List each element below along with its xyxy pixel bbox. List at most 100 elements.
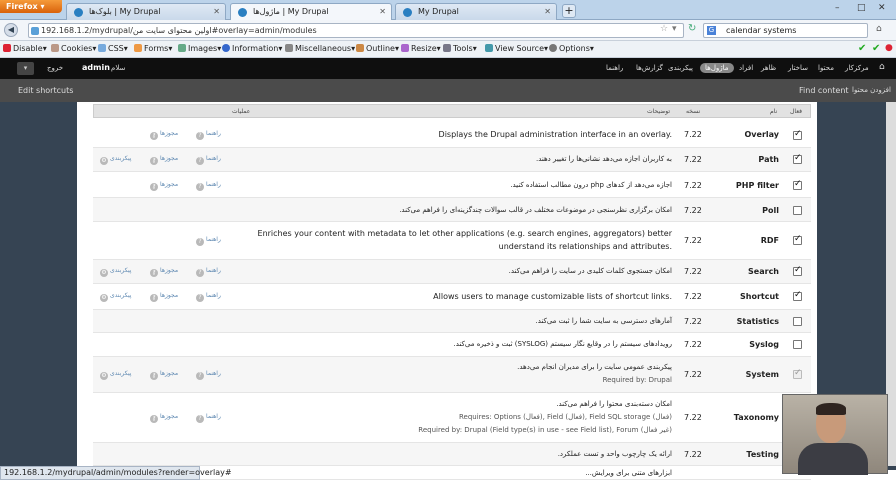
error-icon[interactable]: ● — [885, 43, 893, 53]
new-tab-button[interactable]: + — [562, 4, 576, 18]
module-requires: Requires: Options (فعال), Field (فعال), … — [458, 413, 672, 421]
devbar-miscellaneous[interactable]: Miscellaneous▾ — [285, 44, 355, 53]
help-link[interactable]: ? راهنما — [196, 267, 221, 277]
op-label: راهنما — [206, 267, 221, 274]
close-window-icon[interactable]: ✕ — [878, 3, 886, 13]
tools-icon — [443, 44, 451, 52]
find-content-link[interactable]: Find content — [799, 86, 849, 95]
dropdown-icon[interactable]: ▾ — [672, 24, 677, 34]
add-content-link[interactable]: افزودن محتوا — [852, 86, 891, 94]
devbar-disable[interactable]: Disable▾ — [3, 44, 47, 53]
module-description: اجازه می‌دهد از کدهای php درون مطالب است… — [510, 181, 672, 189]
devbar-label: Information — [232, 44, 279, 53]
menu-appearance[interactable]: ظاهر — [761, 64, 776, 72]
module-description: رویدادهای سیستم را در وقایع نگار سیستم (… — [453, 340, 672, 348]
permissions-link[interactable]: ⚷ مجوزها — [150, 181, 178, 191]
permissions-link[interactable]: ⚷ مجوزها — [150, 155, 178, 165]
permissions-link[interactable]: ⚷ مجوزها — [150, 292, 178, 302]
reload-icon[interactable]: ↻ — [688, 23, 696, 34]
menu-configuration[interactable]: پیکربندی — [668, 64, 693, 72]
help-link[interactable]: ? راهنما — [196, 181, 221, 191]
devbar-view-source[interactable]: View Source▾ — [485, 44, 548, 53]
enable-checkbox[interactable] — [793, 290, 802, 301]
help-link[interactable]: ? راهنما — [196, 236, 221, 246]
home-icon[interactable]: ⌂ — [876, 24, 882, 34]
search-engine-icon[interactable]: G — [707, 26, 716, 35]
tab-blocks[interactable]: بلوک‌ها | My Drupal ✕ — [66, 3, 226, 20]
shortcut-toggle-icon[interactable]: ▾ — [17, 62, 34, 75]
enable-checkbox[interactable] — [793, 265, 802, 276]
menu-people[interactable]: افراد — [739, 64, 753, 72]
enable-checkbox[interactable] — [793, 129, 802, 140]
presenter-torso — [798, 443, 868, 475]
back-icon[interactable]: ◀ — [4, 23, 18, 37]
devbar-images[interactable]: Images▾ — [178, 44, 221, 53]
help-link[interactable]: ? راهنما — [196, 370, 221, 380]
enable-checkbox[interactable] — [793, 340, 802, 349]
firefox-menu-button[interactable]: Firefox ▾ — [0, 0, 62, 13]
configure-link[interactable]: ⚙ پیکربندی — [100, 292, 131, 302]
help-icon: ? — [196, 132, 204, 140]
edit-shortcuts-link[interactable]: Edit shortcuts — [18, 86, 73, 95]
devbar-resize[interactable]: Resize▾ — [401, 44, 441, 53]
help-link[interactable]: ? راهنما — [196, 413, 221, 423]
table-row: Poll 7.22 امکان برگزاری نظرسنجی در موضوع… — [93, 198, 811, 222]
menu-help[interactable]: راهنما — [606, 64, 623, 72]
table-row: Testing 7.22 ارائه یک چارچوب واحد و تست … — [93, 443, 811, 466]
permissions-link[interactable]: ⚷ مجوزها — [150, 267, 178, 277]
css-ok-icon[interactable]: ✔ — [872, 43, 880, 54]
help-link[interactable]: ? راهنما — [196, 155, 221, 165]
enable-checkbox[interactable] — [793, 206, 802, 215]
devbar-forms[interactable]: Forms▾ — [134, 44, 172, 53]
configure-link[interactable]: ⚙ پیکربندی — [100, 370, 131, 380]
maximize-icon[interactable]: □ — [857, 3, 866, 13]
url-bar[interactable]: 192.168.1.2/mydrupal/اولین محتوای سایت م… — [28, 23, 684, 38]
close-tab-icon[interactable]: ✕ — [213, 7, 220, 16]
tab-modules[interactable]: ماژول‌ها | My Drupal ✕ — [230, 3, 392, 20]
enable-checkbox[interactable] — [793, 317, 802, 326]
close-tab-icon[interactable]: ✕ — [379, 7, 386, 16]
search-input[interactable]: calendar systems — [726, 26, 796, 35]
menu-structure[interactable]: ساختار — [788, 64, 808, 72]
minimize-icon[interactable]: – — [835, 3, 840, 13]
op-label: مجوزها — [160, 130, 179, 137]
devbar-information[interactable]: Information▾ — [222, 44, 282, 53]
devbar-css[interactable]: CSS▾ — [98, 44, 128, 53]
menu-dashboard[interactable]: مرکزکار — [845, 64, 869, 72]
close-tab-icon[interactable]: ✕ — [544, 7, 551, 16]
help-link[interactable]: ? راهنما — [196, 292, 221, 302]
enable-checkbox[interactable] — [793, 234, 802, 245]
devbar-tools[interactable]: Tools▾ — [443, 44, 477, 53]
menu-modules[interactable]: ماژول‌ها — [700, 63, 734, 73]
drupal-favicon-icon — [238, 8, 247, 17]
options-icon — [549, 44, 557, 52]
devbar-outline[interactable]: Outline▾ — [356, 44, 399, 53]
drupal-favicon-icon — [74, 8, 83, 17]
bookmark-star-icon[interactable]: ☆ — [660, 24, 668, 34]
devbar-options[interactable]: Options▾ — [549, 44, 594, 53]
op-label: پیکربندی — [110, 292, 132, 299]
permissions-link[interactable]: ⚷ مجوزها — [150, 130, 178, 140]
enable-checkbox[interactable] — [793, 179, 802, 190]
search-box[interactable]: Gcalendar systems — [703, 23, 868, 38]
table-row: Overlay 7.22 Displays the Drupal adminis… — [93, 118, 811, 148]
configure-link[interactable]: ⚙ پیکربندی — [100, 155, 131, 165]
key-icon: ⚷ — [150, 132, 158, 140]
configure-link[interactable]: ⚙ پیکربندی — [100, 267, 131, 277]
tab-my-drupal[interactable]: My Drupal ✕ — [395, 3, 557, 20]
menu-content[interactable]: محتوا — [818, 64, 834, 72]
module-description: آمارهای دسترسی به سایت شما را ثبت می‌کند… — [535, 317, 673, 325]
devbar-cookies[interactable]: Cookies▾ — [51, 44, 96, 53]
validation-ok-icon[interactable]: ✔ — [858, 43, 866, 54]
op-label: راهنما — [206, 181, 221, 188]
module-name: Search — [748, 267, 779, 276]
help-link[interactable]: ? راهنما — [196, 130, 221, 140]
permissions-link[interactable]: ⚷ مجوزها — [150, 413, 178, 423]
enable-checkbox[interactable] — [793, 153, 802, 164]
home-icon[interactable]: ⌂ — [879, 62, 885, 72]
menu-reports[interactable]: گزارش‌ها — [636, 64, 663, 72]
permissions-link[interactable]: ⚷ مجوزها — [150, 370, 178, 380]
admin-user-link[interactable]: admin — [82, 63, 110, 72]
module-description: Displays the Drupal administration inter… — [438, 130, 672, 139]
logout-link[interactable]: خروج — [47, 64, 63, 72]
